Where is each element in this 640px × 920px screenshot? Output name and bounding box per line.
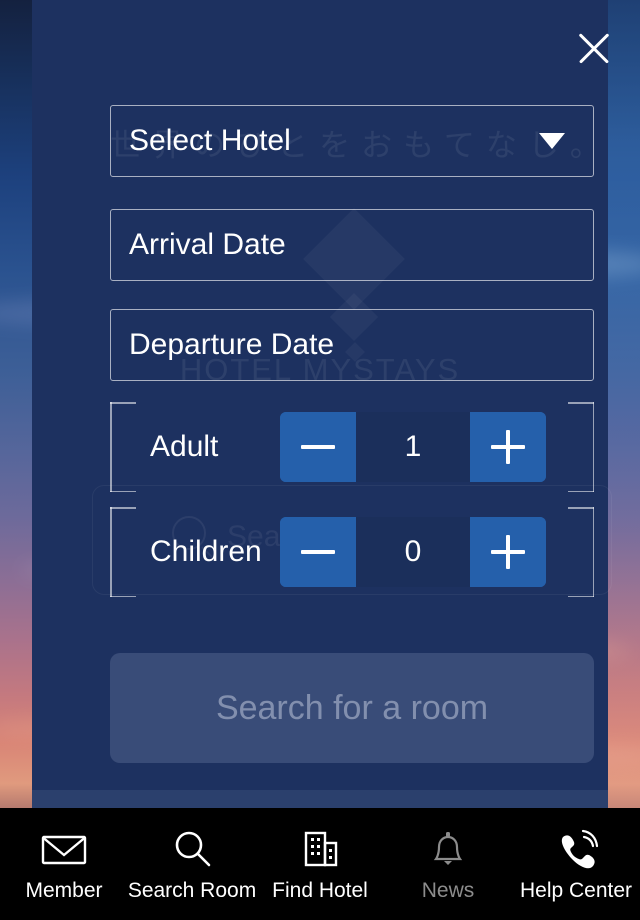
arrival-date-field[interactable]: Arrival Date bbox=[110, 209, 594, 281]
nav-label-find-hotel: Find Hotel bbox=[272, 878, 368, 902]
booking-modal-overlay: 世界のひとをおもてなし。 HOTEL MYSTAYS Search for a … bbox=[32, 0, 612, 808]
children-decrement-button[interactable] bbox=[280, 517, 356, 587]
adult-stepper-row: Adult 1 bbox=[110, 402, 594, 492]
nav-item-find-hotel[interactable]: Find Hotel bbox=[256, 808, 384, 920]
chevron-down-icon bbox=[539, 133, 565, 149]
adult-label: Adult bbox=[150, 430, 219, 463]
children-stepper-row: Children 0 bbox=[110, 507, 594, 597]
adult-increment-button[interactable] bbox=[470, 412, 546, 482]
nav-item-member[interactable]: Member bbox=[0, 808, 128, 920]
bracket-left-decoration bbox=[110, 402, 136, 492]
nav-label-member: Member bbox=[25, 878, 103, 902]
minus-icon bbox=[301, 445, 335, 449]
minus-icon bbox=[301, 550, 335, 554]
adult-decrement-button[interactable] bbox=[280, 412, 356, 482]
adult-quantity-stepper: 1 bbox=[280, 412, 546, 482]
departure-date-label: Departure Date bbox=[129, 328, 335, 361]
building-icon bbox=[294, 826, 346, 872]
adult-value[interactable]: 1 bbox=[356, 412, 470, 482]
arrival-date-label: Arrival Date bbox=[129, 228, 286, 261]
search-for-room-button[interactable]: Search for a room bbox=[110, 653, 594, 763]
plus-icon bbox=[506, 430, 510, 464]
departure-date-field[interactable]: Departure Date bbox=[110, 309, 594, 381]
select-hotel-label: Select Hotel bbox=[129, 124, 291, 157]
bottom-navigation-bar: Member Search Room Find Hotel News Help … bbox=[0, 808, 640, 920]
nav-label-help-center: Help Center bbox=[519, 878, 633, 902]
bracket-right-decoration bbox=[568, 507, 594, 597]
children-label: Children bbox=[150, 535, 262, 568]
select-hotel-dropdown[interactable]: Select Hotel bbox=[110, 105, 594, 177]
search-for-room-label: Search for a room bbox=[215, 688, 489, 727]
nav-item-news[interactable]: News bbox=[384, 808, 512, 920]
nav-label-news: News bbox=[421, 878, 475, 902]
close-icon[interactable] bbox=[568, 22, 620, 74]
children-quantity-stepper: 0 bbox=[280, 517, 546, 587]
plus-icon bbox=[506, 535, 510, 569]
app-screen: 世界のひとをおもてなし。 HOTEL MYSTAYS Search for a … bbox=[0, 0, 640, 920]
envelope-icon bbox=[38, 826, 90, 872]
nav-item-search-room[interactable]: Search Room bbox=[128, 808, 256, 920]
phone-icon bbox=[550, 826, 602, 872]
bell-icon bbox=[422, 826, 474, 872]
nav-label-search-room: Search Room bbox=[128, 878, 256, 902]
magnifier-icon bbox=[166, 826, 218, 872]
nav-item-help-center[interactable]: Help Center bbox=[512, 808, 640, 920]
children-increment-button[interactable] bbox=[470, 517, 546, 587]
bracket-left-decoration bbox=[110, 507, 136, 597]
bracket-right-decoration bbox=[568, 402, 594, 492]
children-value[interactable]: 0 bbox=[356, 517, 470, 587]
